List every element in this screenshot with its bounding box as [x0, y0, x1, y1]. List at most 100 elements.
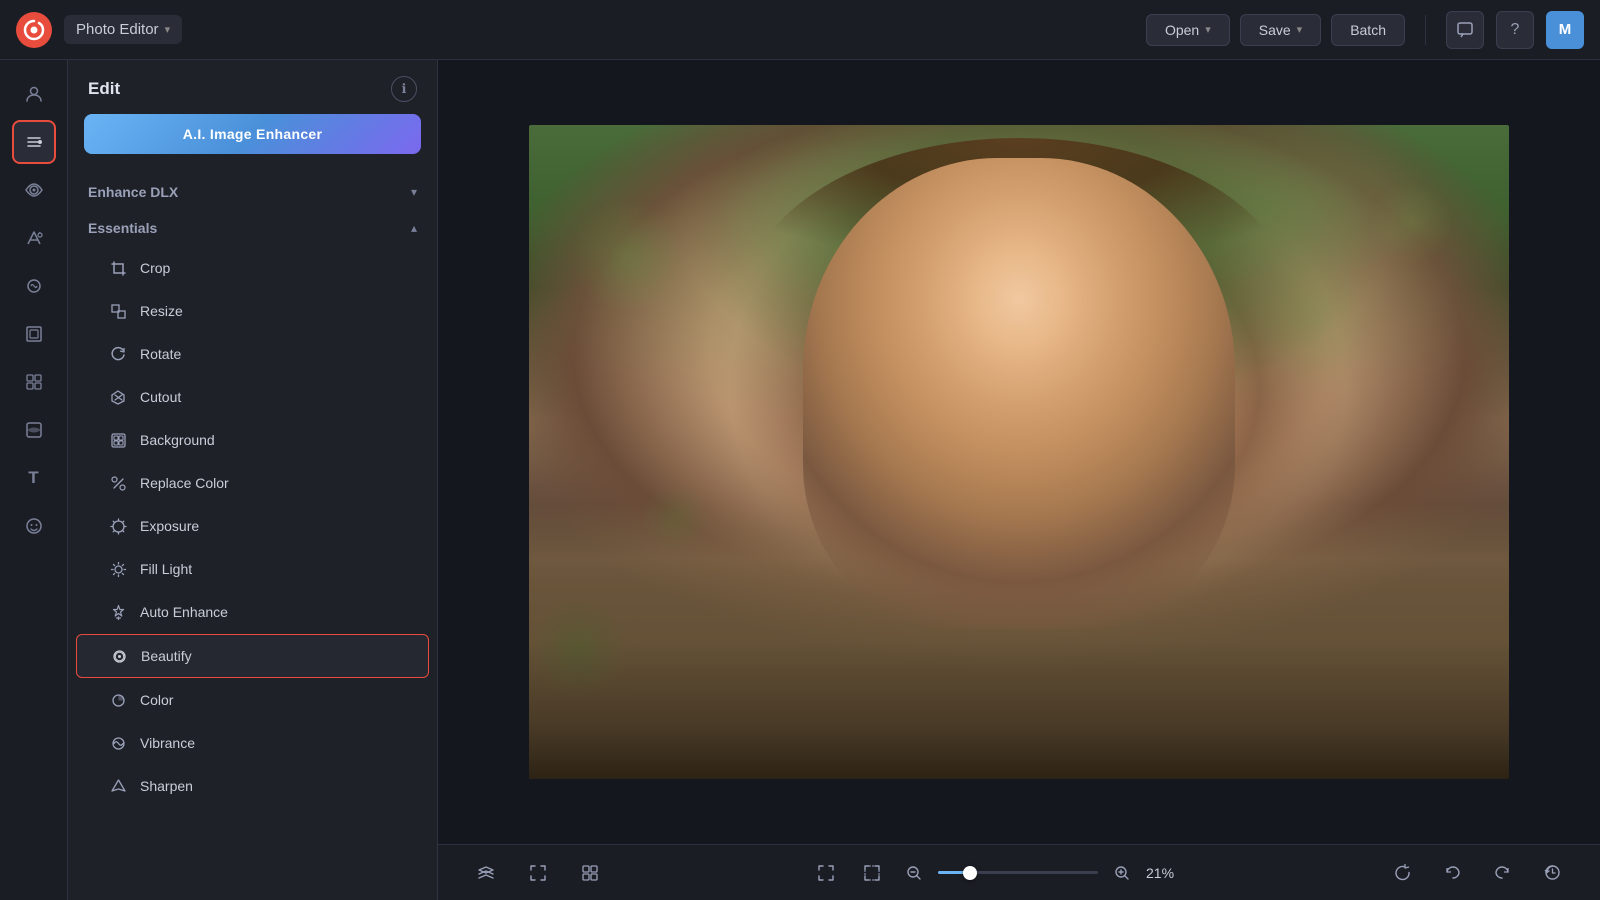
app-menu-chevron: ▾	[165, 23, 171, 36]
save-chevron: ▾	[1297, 23, 1303, 36]
grid-tool-button[interactable]	[572, 855, 608, 891]
app-title-label: Photo Editor	[76, 21, 159, 38]
tool-item-resize[interactable]: Resize	[76, 290, 429, 332]
tool-sharpen-label: Sharpen	[140, 778, 193, 794]
sidebar-item-preview[interactable]	[12, 168, 56, 212]
section-enhance-dlx-chevron: ▾	[411, 185, 417, 199]
canvas-tools-right	[1384, 855, 1570, 891]
fill-light-icon	[108, 559, 128, 579]
sidebar-item-people[interactable]	[12, 72, 56, 116]
history-button[interactable]	[1534, 855, 1570, 891]
fit-button[interactable]	[854, 855, 890, 891]
tool-exposure-label: Exposure	[140, 518, 199, 534]
fullscreen-button[interactable]	[808, 855, 844, 891]
sidebar-item-overlays[interactable]	[12, 408, 56, 452]
bottom-toolbar: 21%	[438, 844, 1600, 900]
exposure-icon	[108, 516, 128, 536]
tool-auto-enhance-label: Auto Enhance	[140, 604, 228, 620]
tool-item-beautify[interactable]: Beautify	[76, 634, 429, 678]
tool-background-label: Background	[140, 432, 215, 448]
text-icon: T	[28, 468, 38, 488]
section-enhance-dlx-label: Enhance DLX	[88, 184, 178, 200]
tool-beautify-label: Beautify	[141, 648, 192, 664]
topbar-actions: Open ▾ Save ▾ Batch	[1146, 14, 1405, 46]
sidebar-item-retouch[interactable]	[12, 264, 56, 308]
save-label: Save	[1259, 22, 1291, 38]
tool-fill-light-label: Fill Light	[140, 561, 192, 577]
color-icon	[108, 690, 128, 710]
face-overlay	[823, 177, 1215, 537]
section-essentials[interactable]: Essentials ▴	[68, 210, 437, 246]
replace-color-icon	[108, 473, 128, 493]
question-icon: ?	[1511, 21, 1520, 39]
app-logo	[16, 12, 52, 48]
tool-list: Enhance DLX ▾ Essentials ▴ Crop	[68, 170, 437, 900]
app-menu-button[interactable]: Photo Editor ▾	[64, 15, 182, 44]
info-button[interactable]: ℹ	[391, 76, 417, 102]
layers-tool-button[interactable]	[468, 855, 504, 891]
auto-enhance-icon	[108, 602, 128, 622]
tool-item-auto-enhance[interactable]: Auto Enhance	[76, 591, 429, 633]
sidebar-item-text[interactable]: T	[12, 456, 56, 500]
tool-item-fill-light[interactable]: Fill Light	[76, 548, 429, 590]
main-area: T Edit ℹ A.I. Image Enhancer Enhance DLX…	[0, 60, 1600, 900]
sidebar-item-stickers[interactable]	[12, 504, 56, 548]
zoom-slider[interactable]	[938, 871, 1098, 874]
open-label: Open	[1165, 22, 1199, 38]
rotate-icon	[108, 344, 128, 364]
section-essentials-chevron: ▴	[411, 221, 417, 235]
redo-button[interactable]	[1484, 855, 1520, 891]
batch-label: Batch	[1350, 22, 1386, 38]
tool-item-background[interactable]: Background	[76, 419, 429, 461]
beautify-icon	[109, 646, 129, 666]
canvas-viewport	[438, 60, 1600, 844]
tool-item-vibrance[interactable]: Vibrance	[76, 722, 429, 764]
tool-cutout-label: Cutout	[140, 389, 181, 405]
resize-icon	[108, 301, 128, 321]
tool-item-color[interactable]: Color	[76, 679, 429, 721]
zoom-controls: 21%	[808, 855, 1184, 891]
user-avatar[interactable]: M	[1546, 11, 1584, 49]
sidebar-item-objects[interactable]	[12, 360, 56, 404]
open-button[interactable]: Open ▾	[1146, 14, 1230, 46]
tool-panel-header: Edit ℹ	[68, 60, 437, 114]
zoom-in-button[interactable]	[1108, 859, 1136, 887]
section-essentials-label: Essentials	[88, 220, 157, 236]
tool-item-rotate[interactable]: Rotate	[76, 333, 429, 375]
help-button[interactable]: ?	[1496, 11, 1534, 49]
canvas-tools-left	[468, 855, 608, 891]
background-icon	[108, 430, 128, 450]
frame-tool-button[interactable]	[520, 855, 556, 891]
tool-item-replace-color[interactable]: Replace Color	[76, 462, 429, 504]
sidebar-item-edit[interactable]	[12, 120, 56, 164]
tool-panel: Edit ℹ A.I. Image Enhancer Enhance DLX ▾…	[68, 60, 438, 900]
tool-item-sharpen[interactable]: Sharpen	[76, 765, 429, 807]
cutout-icon	[108, 387, 128, 407]
tool-crop-label: Crop	[140, 260, 170, 276]
tool-rotate-label: Rotate	[140, 346, 181, 362]
ai-enhancer-button[interactable]: A.I. Image Enhancer	[84, 114, 421, 154]
section-enhance-dlx[interactable]: Enhance DLX ▾	[68, 174, 437, 210]
save-button[interactable]: Save ▾	[1240, 14, 1321, 46]
topbar: Photo Editor ▾ Open ▾ Save ▾ Batch ? M	[0, 0, 1600, 60]
tool-item-exposure[interactable]: Exposure	[76, 505, 429, 547]
sidebar-item-frames[interactable]	[12, 312, 56, 356]
avatar-label: M	[1559, 21, 1572, 38]
open-chevron: ▾	[1205, 23, 1211, 36]
undo-button[interactable]	[1434, 855, 1470, 891]
zoom-slider-thumb[interactable]	[963, 866, 977, 880]
tool-item-cutout[interactable]: Cutout	[76, 376, 429, 418]
sharpen-icon	[108, 776, 128, 796]
vibrance-icon	[108, 733, 128, 753]
batch-button[interactable]: Batch	[1331, 14, 1405, 46]
zoom-out-button[interactable]	[900, 859, 928, 887]
tool-vibrance-label: Vibrance	[140, 735, 195, 751]
chat-button[interactable]	[1446, 11, 1484, 49]
canvas-image	[529, 125, 1509, 779]
tool-item-crop[interactable]: Crop	[76, 247, 429, 289]
icon-sidebar: T	[0, 60, 68, 900]
tool-panel-title: Edit	[88, 79, 120, 99]
tool-color-label: Color	[140, 692, 173, 708]
sidebar-item-effects[interactable]	[12, 216, 56, 260]
refresh-button[interactable]	[1384, 855, 1420, 891]
